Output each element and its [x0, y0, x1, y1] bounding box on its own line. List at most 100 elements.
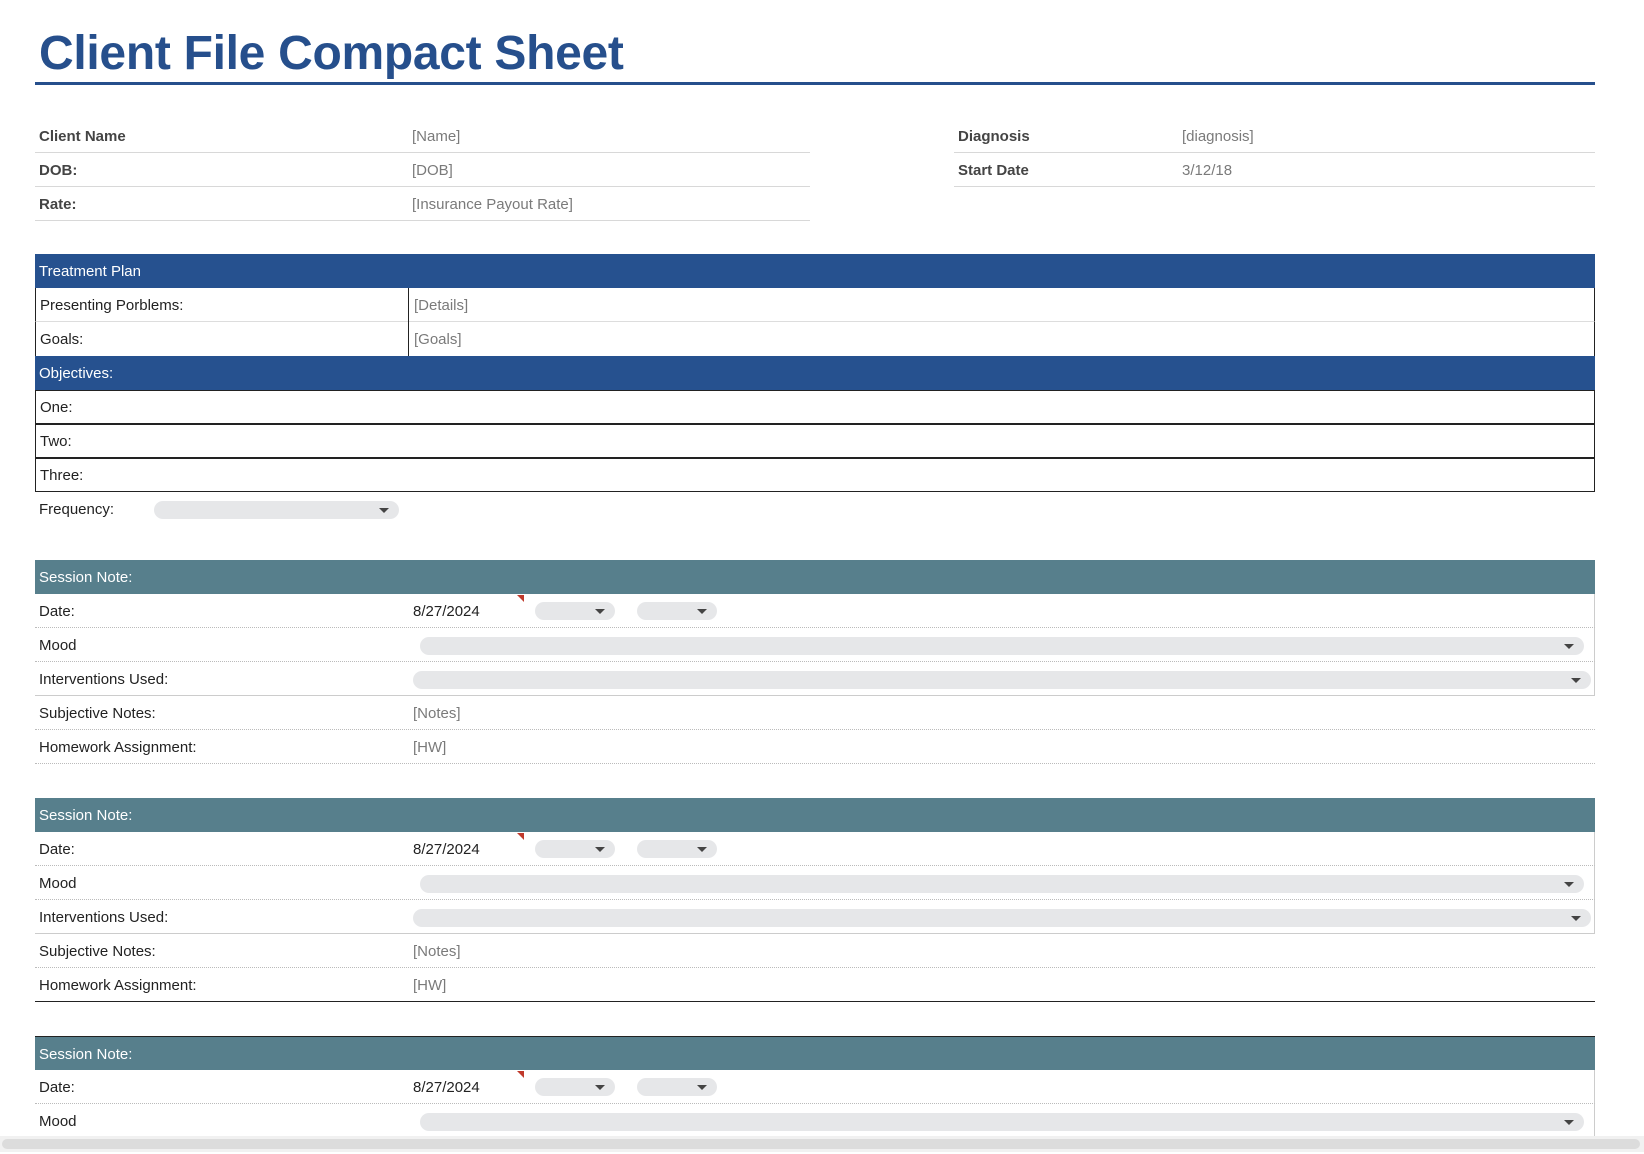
goals-label: Goals: — [40, 331, 84, 348]
objective-one-label: One: — [40, 399, 73, 416]
session-2-subjective-row: Subjective Notes: [Notes] — [35, 934, 1595, 968]
session-1-time-end-dropdown[interactable] — [637, 602, 717, 620]
session-1-subjective-row: Subjective Notes: [Notes] — [35, 696, 1595, 730]
start-date-value[interactable]: 3/12/18 — [1182, 162, 1232, 179]
session-1-interventions-dropdown[interactable] — [413, 671, 1591, 689]
session-1-subjective-label: Subjective Notes: — [39, 705, 156, 722]
dob-label: DOB: — [39, 162, 78, 179]
session-3-mood-label: Mood — [39, 1113, 77, 1130]
session-2-interventions-row: Interventions Used: — [35, 900, 1595, 934]
scrollbar-thumb[interactable] — [2, 1139, 1640, 1149]
frequency-dropdown[interactable] — [154, 501, 399, 519]
session-1-date-value[interactable]: 8/27/2024 — [413, 603, 480, 620]
caret-down-icon — [697, 609, 707, 614]
client-info-left: Client Name [Name] DOB: [DOB] Rate: [Ins… — [35, 119, 810, 221]
objective-two-label: Two: — [40, 433, 72, 450]
frequency-row: Frequency: — [35, 492, 1595, 526]
session-1-homework-row: Homework Assignment: [HW] — [35, 730, 1595, 764]
caret-down-icon — [595, 609, 605, 614]
objective-two-row[interactable]: Two: — [35, 424, 1595, 458]
treatment-plan-header: Treatment Plan — [35, 254, 1595, 288]
session-2-interventions-dropdown[interactable] — [413, 909, 1591, 927]
comment-marker-icon[interactable] — [517, 595, 524, 602]
start-date-row: Start Date 3/12/18 — [954, 153, 1595, 187]
goals-label-cell — [36, 322, 409, 356]
session-1-interventions-label: Interventions Used: — [39, 671, 169, 688]
session-1-mood-dropdown[interactable] — [420, 637, 1584, 655]
caret-down-icon — [697, 847, 707, 852]
frequency-label: Frequency: — [39, 501, 115, 518]
session-2-mood-label: Mood — [39, 875, 77, 892]
objectives-header: Objectives: — [35, 356, 1595, 390]
caret-down-icon — [595, 1085, 605, 1090]
caret-down-icon — [1571, 916, 1581, 921]
caret-down-icon — [379, 508, 389, 513]
objective-one-row[interactable]: One: — [35, 390, 1595, 424]
session-2-homework-label: Homework Assignment: — [39, 977, 197, 994]
rate-value[interactable]: [Insurance Payout Rate] — [412, 196, 573, 213]
session-1-mood-row: Mood — [35, 628, 1595, 662]
caret-down-icon — [595, 847, 605, 852]
session-3-mood-dropdown[interactable] — [420, 1113, 1584, 1131]
presenting-problems-value[interactable]: [Details] — [414, 297, 468, 314]
diagnosis-value[interactable]: [diagnosis] — [1182, 128, 1254, 145]
client-name-value[interactable]: [Name] — [412, 128, 460, 145]
objective-three-row[interactable]: Three: — [35, 458, 1595, 492]
session-1-date-label: Date: — [39, 603, 75, 620]
session-2-date-value[interactable]: 8/27/2024 — [413, 841, 480, 858]
client-info-right: Diagnosis [diagnosis] Start Date 3/12/18 — [954, 119, 1595, 187]
treatment-plan-title: Treatment Plan — [39, 263, 141, 280]
session-note-2-title: Session Note: — [39, 807, 133, 824]
dob-row: DOB: [DOB] — [35, 153, 810, 187]
session-2-time-end-dropdown[interactable] — [637, 840, 717, 858]
session-2-mood-row: Mood — [35, 866, 1595, 900]
session-2-subjective-value[interactable]: [Notes] — [413, 943, 461, 960]
caret-down-icon — [1564, 644, 1574, 649]
diagnosis-label: Diagnosis — [958, 128, 1030, 145]
rate-label: Rate: — [39, 196, 77, 213]
session-note-3-title: Session Note: — [39, 1046, 133, 1063]
objectives-title: Objectives: — [39, 365, 114, 382]
session-2-date-row: Date: 8/27/2024 — [35, 832, 1595, 866]
session-2-time-start-dropdown[interactable] — [535, 840, 615, 858]
client-name-label: Client Name — [39, 128, 126, 145]
session-note-2-header: Session Note: — [35, 798, 1595, 832]
session-3-date-label: Date: — [39, 1079, 75, 1096]
session-2-date-label: Date: — [39, 841, 75, 858]
session-1-homework-value[interactable]: [HW] — [413, 739, 446, 756]
session-2-mood-dropdown[interactable] — [420, 875, 1584, 893]
presenting-problems-label: Presenting Porblems: — [40, 297, 184, 314]
horizontal-scrollbar[interactable] — [0, 1136, 1644, 1152]
comment-marker-icon[interactable] — [517, 833, 524, 840]
session-1-mood-label: Mood — [39, 637, 77, 654]
session-2-interventions-label: Interventions Used: — [39, 909, 169, 926]
session-note-1-title: Session Note: — [39, 569, 133, 586]
client-name-row: Client Name [Name] — [35, 119, 810, 153]
session-1-interventions-row: Interventions Used: — [35, 662, 1595, 696]
session-1-subjective-value[interactable]: [Notes] — [413, 705, 461, 722]
session-2-homework-row: Homework Assignment: [HW] — [35, 968, 1595, 1002]
caret-down-icon — [1571, 678, 1581, 683]
session-3-time-start-dropdown[interactable] — [535, 1078, 615, 1096]
goals-value[interactable]: [Goals] — [414, 331, 462, 348]
session-2-homework-value[interactable]: [HW] — [413, 977, 446, 994]
start-date-label: Start Date — [958, 162, 1029, 179]
session-note-1-header: Session Note: — [35, 560, 1595, 594]
session-3-time-end-dropdown[interactable] — [637, 1078, 717, 1096]
comment-marker-icon[interactable] — [517, 1071, 524, 1078]
caret-down-icon — [1564, 882, 1574, 887]
session-1-date-row: Date: 8/27/2024 — [35, 594, 1595, 628]
session-note-3-header: Session Note: — [35, 1036, 1595, 1070]
session-1-time-start-dropdown[interactable] — [535, 602, 615, 620]
presenting-problems-row: Presenting Porblems: [Details] — [35, 288, 1595, 322]
page-title: Client File Compact Sheet — [39, 27, 624, 80]
session-3-date-value[interactable]: 8/27/2024 — [413, 1079, 480, 1096]
diagnosis-row: Diagnosis [diagnosis] — [954, 119, 1595, 153]
rate-row: Rate: [Insurance Payout Rate] — [35, 187, 810, 221]
objective-three-label: Three: — [40, 467, 84, 484]
session-2-subjective-label: Subjective Notes: — [39, 943, 156, 960]
title-underline — [35, 82, 1595, 85]
session-3-mood-row: Mood — [35, 1104, 1595, 1138]
caret-down-icon — [697, 1085, 707, 1090]
dob-value[interactable]: [DOB] — [412, 162, 453, 179]
